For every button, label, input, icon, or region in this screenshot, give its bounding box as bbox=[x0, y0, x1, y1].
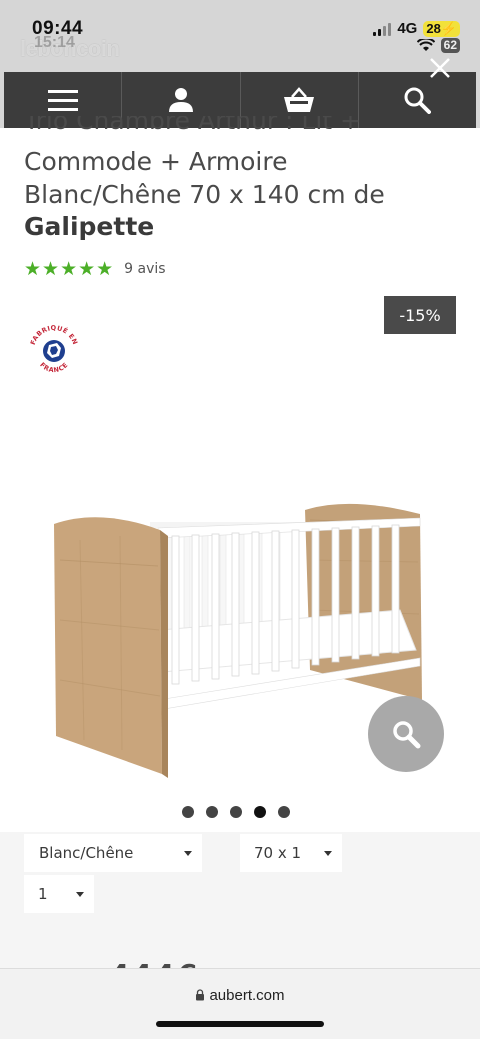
chevron-down-icon bbox=[324, 851, 332, 856]
carousel-dot[interactable] bbox=[230, 806, 242, 818]
size-select[interactable]: 70 x 1 bbox=[240, 834, 342, 872]
carousel-dots bbox=[182, 806, 290, 818]
carousel-dot[interactable] bbox=[182, 806, 194, 818]
carousel-dot[interactable] bbox=[278, 806, 290, 818]
wifi-icon bbox=[416, 39, 435, 51]
discount-badge: -15% bbox=[384, 296, 456, 334]
zoom-icon bbox=[393, 721, 421, 749]
product-title-line1: Trio Chambre Arthur : Lit + bbox=[24, 116, 361, 135]
quantity-select-value: 1 bbox=[38, 885, 48, 903]
carousel-dot-active[interactable] bbox=[254, 806, 266, 818]
chevron-down-icon bbox=[76, 892, 84, 897]
color-select[interactable]: Blanc/Chêne bbox=[24, 834, 202, 872]
network-type: 4G bbox=[397, 20, 418, 37]
close-icon[interactable] bbox=[428, 56, 452, 80]
rating-stars: ★★★★★ bbox=[24, 258, 115, 280]
address-bar[interactable]: aubert.com bbox=[0, 987, 480, 1004]
search-icon bbox=[404, 87, 432, 114]
battery-icon: 28⚡ bbox=[423, 20, 460, 37]
size-select-value: 70 x 1 bbox=[254, 844, 302, 862]
carousel-dot[interactable] bbox=[206, 806, 218, 818]
menu-icon bbox=[47, 90, 78, 111]
made-in-france-icon: FABRIQUÉ EN FRANCE bbox=[29, 324, 79, 374]
basket-icon bbox=[284, 87, 315, 112]
status-indicators: 4G 28⚡ bbox=[373, 20, 460, 37]
status-ghost-indicators: 62 bbox=[416, 38, 460, 53]
svg-text:FRANCE: FRANCE bbox=[38, 361, 70, 374]
product-title-line3: Blanc/Chêne 70 x 140 cm de bbox=[24, 180, 385, 209]
zoom-button[interactable] bbox=[368, 696, 444, 772]
account-icon bbox=[168, 88, 193, 112]
status-time: 09:44 bbox=[32, 18, 84, 39]
url-text: aubert.com bbox=[209, 987, 285, 1004]
chevron-down-icon bbox=[184, 851, 192, 856]
browser-bottom-bar: aubert.com bbox=[0, 968, 480, 1039]
product-title-line1-container: Trio Chambre Arthur : Lit + bbox=[24, 116, 444, 146]
home-indicator[interactable] bbox=[156, 1021, 324, 1027]
product-brand[interactable]: Galipette bbox=[24, 212, 154, 241]
product-title-line2: Commode + Armoire bbox=[24, 147, 288, 176]
battery-level: 28 bbox=[426, 20, 441, 36]
quantity-select[interactable]: 1 bbox=[24, 875, 94, 913]
review-count[interactable]: 9 avis bbox=[124, 261, 165, 277]
cell-signal-icon bbox=[373, 22, 392, 36]
lock-icon bbox=[196, 989, 205, 1001]
battery-ghost: 62 bbox=[440, 38, 460, 53]
product-rating[interactable]: ★★★★★ 9 avis bbox=[24, 258, 166, 280]
color-select-value: Blanc/Chêne bbox=[39, 844, 134, 862]
